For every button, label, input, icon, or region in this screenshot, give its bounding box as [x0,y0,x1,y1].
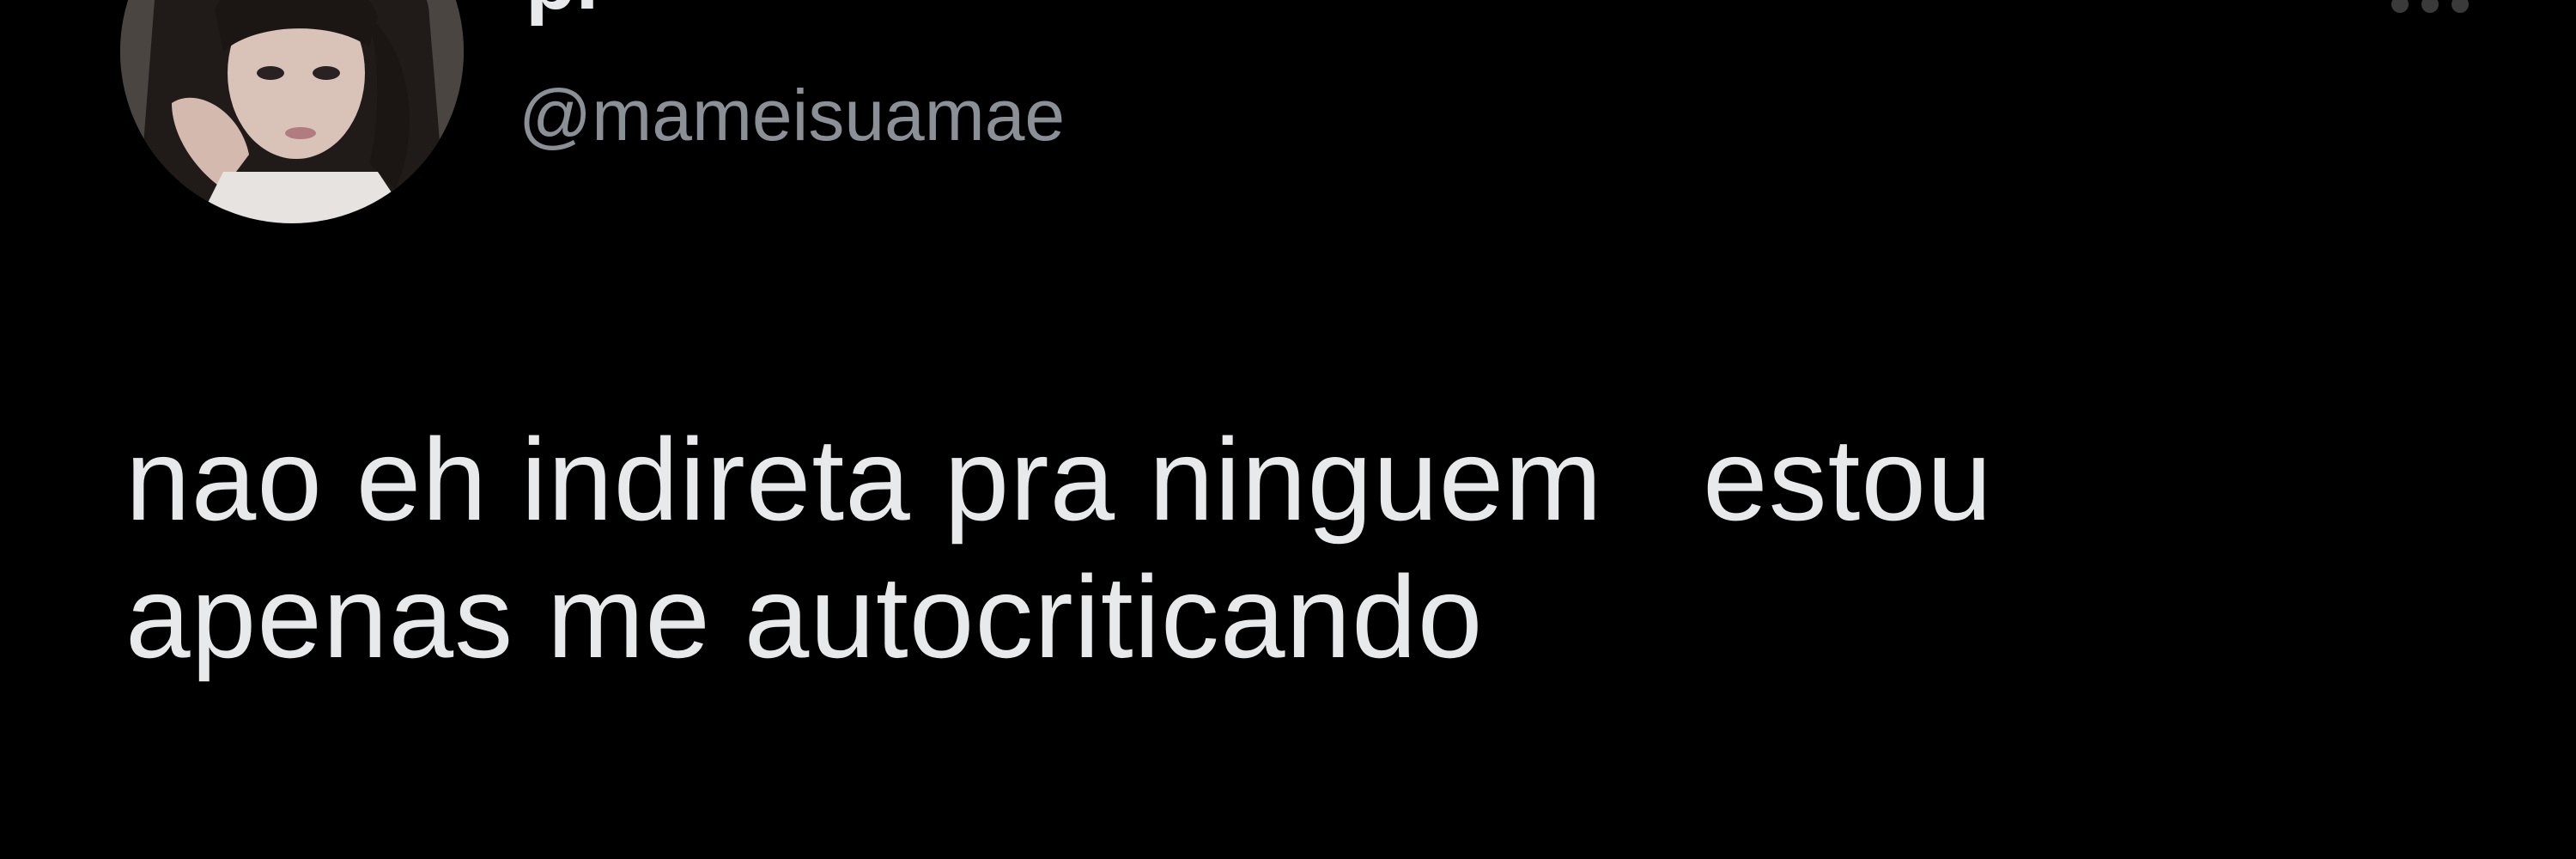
tweet-text: nao eh indireta pra ninguem estou apenas… [125,411,2444,686]
more-options-icon[interactable] [2387,0,2473,17]
display-name[interactable]: p. [526,0,598,22]
user-handle[interactable]: @mameisuamae [519,79,1065,151]
avatar[interactable] [120,0,464,223]
avatar-image [120,0,464,223]
tweet-text-line: nao eh indireta pra ninguem estou [125,414,1993,545]
tweet-text-line: apenas me autocriticando [125,551,1484,683]
tweet-card: p. @mameisuamae nao eh indireta pra ning… [0,0,2576,859]
